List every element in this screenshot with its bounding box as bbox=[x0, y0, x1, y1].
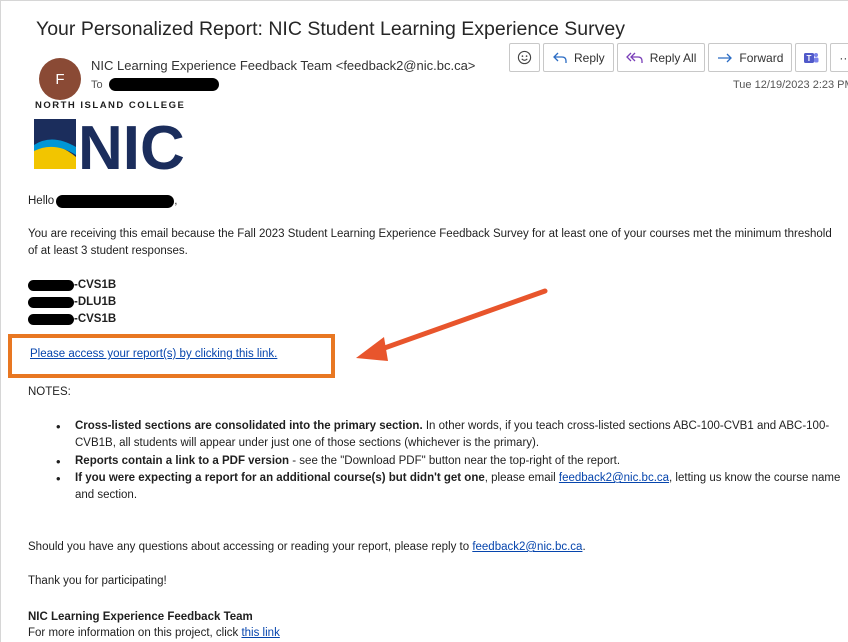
notes-heading: NOTES: bbox=[28, 386, 71, 398]
redacted-course-code bbox=[28, 297, 74, 308]
note-item: Reports contain a link to a PDF version … bbox=[48, 453, 848, 470]
note-item: Cross-listed sections are consolidated i… bbox=[48, 418, 848, 452]
redacted-course-code bbox=[28, 280, 74, 291]
note-text: - see the "Download PDF" button near the… bbox=[289, 455, 621, 467]
report-link[interactable]: Please access your report(s) by clicking… bbox=[30, 348, 277, 360]
received-date: Tue 12/19/2023 2:23 PM bbox=[733, 79, 848, 91]
course-list: -CVS1B -DLU1B -CVS1B bbox=[28, 277, 116, 328]
greeting-prefix: Hello bbox=[28, 195, 55, 207]
message-toolbar: Reply Reply All Forward T ··· bbox=[509, 43, 848, 72]
redacted-name bbox=[56, 195, 175, 208]
redacted-course-code bbox=[28, 314, 74, 325]
note-bold: Reports contain a link to a PDF version bbox=[75, 455, 290, 467]
smiley-icon bbox=[517, 50, 532, 65]
forward-arrow-icon bbox=[718, 53, 733, 62]
reply-button[interactable]: Reply bbox=[543, 43, 614, 72]
reply-label: Reply bbox=[574, 50, 605, 65]
questions-line: Should you have any questions about acce… bbox=[28, 539, 586, 556]
reply-all-label: Reply All bbox=[649, 50, 697, 65]
email-subject: Your Personalized Report: NIC Student Le… bbox=[36, 18, 625, 40]
sender-avatar[interactable]: F bbox=[39, 58, 81, 100]
teams-icon: T bbox=[804, 52, 819, 63]
course-item: -DLU1B bbox=[28, 294, 116, 311]
project-info-link[interactable]: this link bbox=[241, 627, 279, 639]
forward-label: Forward bbox=[739, 50, 784, 65]
thanks-line: Thank you for participating! bbox=[28, 575, 167, 587]
teams-share-button[interactable]: T bbox=[795, 43, 828, 72]
nic-logo: NIC bbox=[34, 117, 185, 171]
to-label: To bbox=[91, 78, 103, 91]
more-info-text: For more information on this project, cl… bbox=[28, 627, 242, 639]
emoji-react-button[interactable] bbox=[509, 43, 540, 72]
more-actions-button[interactable]: ··· bbox=[830, 43, 848, 72]
more-icon: ··· bbox=[839, 50, 848, 65]
course-section: -CVS1B bbox=[74, 313, 117, 325]
greeting: Hello , bbox=[28, 193, 177, 210]
svg-text:T: T bbox=[807, 54, 812, 63]
note-item: If you were expecting a report for an ad… bbox=[48, 470, 848, 504]
intro-paragraph: You are receiving this email because the… bbox=[28, 228, 832, 257]
note-bold: If you were expecting a report for an ad… bbox=[75, 472, 485, 484]
course-item: -CVS1B bbox=[28, 311, 116, 328]
questions-text: Should you have any questions about acce… bbox=[28, 541, 473, 553]
signature-name: NIC Learning Experience Feedback Team bbox=[28, 611, 253, 623]
forward-button[interactable]: Forward bbox=[708, 43, 793, 72]
redacted-recipient bbox=[108, 78, 219, 91]
reply-email-link[interactable]: feedback2@nic.bc.ca bbox=[472, 541, 582, 553]
recipient-line: To bbox=[91, 78, 219, 91]
notes-list: Cross-listed sections are consolidated i… bbox=[48, 418, 848, 504]
sender-name[interactable]: NIC Learning Experience Feedback Team <f… bbox=[91, 58, 475, 73]
nic-wordmark: NIC bbox=[78, 117, 185, 171]
note-text: , please email bbox=[484, 472, 559, 484]
questions-suffix: . bbox=[582, 541, 586, 553]
reply-icon bbox=[553, 52, 567, 63]
more-info-line: For more information on this project, cl… bbox=[28, 625, 280, 642]
reply-all-button[interactable]: Reply All bbox=[616, 43, 706, 72]
note-bold: Cross-listed sections are consolidated i… bbox=[75, 420, 423, 432]
course-item: -CVS1B bbox=[28, 277, 116, 294]
college-name-text: NORTH ISLAND COLLEGE bbox=[35, 100, 186, 111]
reply-all-icon bbox=[625, 52, 643, 63]
greeting-suffix: , bbox=[174, 195, 178, 207]
feedback-email-link[interactable]: feedback2@nic.bc.ca bbox=[559, 472, 669, 484]
annotation-arrow-icon bbox=[356, 288, 548, 361]
course-section: -CVS1B bbox=[74, 279, 117, 291]
course-section: -DLU1B bbox=[74, 296, 117, 308]
